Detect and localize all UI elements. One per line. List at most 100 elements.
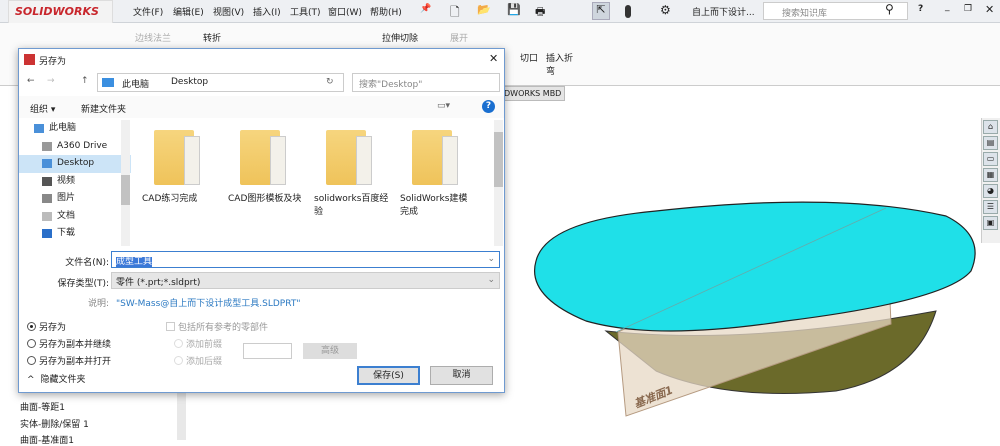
nav-item-videos[interactable]: 视频: [19, 173, 131, 191]
properties-icon[interactable]: ☰: [983, 200, 998, 214]
forum-icon[interactable]: ▣: [983, 216, 998, 230]
view-icon[interactable]: ▭▾: [437, 101, 450, 111]
folder-item[interactable]: solidworks百度经验: [314, 130, 389, 217]
description-value: "SW-Mass@自上而下设计成型工具.SLDPRT": [116, 299, 301, 309]
address-bar[interactable]: 此电脑 Desktop ↻: [97, 73, 344, 92]
breadcrumb-desktop[interactable]: Desktop: [171, 77, 208, 87]
select-icon[interactable]: ⇱: [592, 2, 610, 20]
nav-item-a360[interactable]: A360 Drive: [19, 138, 131, 156]
radio-add-prefix[interactable]: 添加前缀: [174, 337, 222, 350]
library-icon[interactable]: ▤: [983, 136, 998, 150]
nav-label: Desktop: [57, 158, 95, 168]
save-icon[interactable]: 💾: [507, 3, 521, 16]
pc-icon: [102, 78, 114, 87]
dialog-toolbar: 组织 ▾ 新建文件夹 ▭▾ ?: [19, 96, 504, 118]
options-icon[interactable]: ⚙: [660, 3, 671, 17]
save-button[interactable]: 保存(S): [357, 366, 420, 385]
cancel-button[interactable]: 取消: [430, 366, 493, 385]
help-icon[interactable]: ?: [482, 100, 495, 113]
folder-item[interactable]: CAD练习完成: [142, 130, 217, 204]
folder-search-input[interactable]: 搜索"Desktop": [352, 73, 500, 92]
help-icon[interactable]: ?: [918, 4, 923, 14]
nav-item-documents[interactable]: 文档: [19, 208, 131, 226]
files-scrollbar[interactable]: [494, 120, 503, 246]
prefix-suffix-input[interactable]: [243, 343, 292, 359]
filename-input[interactable]: 成型工具 ⌄: [111, 251, 500, 268]
cut-button[interactable]: 切口: [520, 51, 538, 64]
radio-add-suffix[interactable]: 添加后缀: [174, 354, 222, 367]
folder-item[interactable]: CAD图形模板及块: [228, 130, 303, 204]
radio-save-as[interactable]: 另存为: [27, 320, 66, 333]
menu-bar: SOLIDWORKS 文件(F) 编辑(E) 视图(V) 插入(I) 工具(T)…: [0, 0, 1000, 24]
sw-app-icon: [24, 54, 35, 65]
nav-item-downloads[interactable]: 下载: [19, 225, 131, 243]
save-type-label: 保存类型(T):: [57, 279, 109, 289]
nav-item-pc[interactable]: 此电脑: [19, 120, 131, 138]
document-title: 自上而下设计...: [692, 8, 755, 18]
advanced-button[interactable]: 高级: [303, 343, 357, 359]
save-type-value: 零件 (*.prt;*.sldprt): [116, 278, 201, 288]
radio-save-copy-open[interactable]: 另存为副本并打开: [27, 354, 111, 367]
menu-file[interactable]: 文件(F): [133, 5, 163, 18]
edge-flange-button[interactable]: 边线法兰: [135, 31, 171, 44]
include-refs-checkbox[interactable]: 包括所有参考的零部件: [166, 320, 268, 333]
organize-button[interactable]: 组织 ▾: [30, 102, 55, 115]
nav-label: 视频: [57, 175, 76, 186]
folder-item[interactable]: SolidWorks建模完成: [400, 130, 475, 217]
nav-label: A360 Drive: [57, 140, 108, 151]
folder-icon: [240, 130, 286, 185]
tree-item[interactable]: 实体-删除/保留 1: [20, 417, 89, 430]
filename-value: 成型工具: [116, 257, 153, 267]
hide-folders-button[interactable]: ^ 隐藏文件夹: [27, 372, 86, 385]
restore-icon[interactable]: ❐: [964, 4, 972, 14]
forward-icon[interactable]: →: [47, 76, 55, 86]
nav-label: 此电脑: [49, 123, 77, 133]
nav-label: 下载: [57, 228, 76, 238]
tree-item[interactable]: 曲面-等距1: [20, 400, 65, 413]
task-pane: ⌂ ▤ ▭ ▦ ◕ ☰ ▣: [981, 118, 1000, 243]
hide-folders-label: 隐藏文件夹: [40, 375, 86, 385]
rebuild-icon[interactable]: [625, 5, 631, 18]
extrude-cut-button[interactable]: 拉伸切除: [382, 31, 418, 44]
radio-label: 添加前缀: [186, 340, 223, 350]
appearance-icon[interactable]: ◕: [983, 184, 998, 198]
search-icon[interactable]: ⚲: [885, 2, 894, 16]
unfold-button[interactable]: 展开: [450, 31, 468, 44]
folder-icon: [412, 130, 458, 185]
folder-icon: [326, 130, 372, 185]
file-list: CAD练习完成 CAD图形模板及块 solidworks百度经验 SolidWo…: [132, 120, 504, 246]
dialog-close-icon[interactable]: ✕: [489, 52, 498, 65]
nav-scrollbar[interactable]: [121, 120, 130, 246]
jog-button[interactable]: 转折: [203, 31, 221, 44]
back-icon[interactable]: ←: [27, 76, 35, 86]
nav-item-desktop[interactable]: Desktop: [19, 155, 131, 173]
menu-edit[interactable]: 编辑(E): [173, 5, 204, 18]
print-icon[interactable]: 🖶: [535, 3, 545, 22]
menu-tools[interactable]: 工具(T): [290, 5, 321, 18]
tab-mbd[interactable]: DWORKS MBD: [500, 86, 565, 101]
nav-item-pictures[interactable]: 图片: [19, 190, 131, 208]
menu-window[interactable]: 窗口(W): [328, 5, 362, 18]
new-folder-button[interactable]: 新建文件夹: [81, 102, 126, 115]
breadcrumb-pc[interactable]: 此电脑: [122, 77, 149, 90]
refresh-icon[interactable]: ↻: [326, 77, 334, 87]
menu-view[interactable]: 视图(V): [213, 5, 244, 18]
save-type-select[interactable]: 零件 (*.prt;*.sldprt) ⌄: [111, 272, 500, 289]
radio-label: 另存为副本并继续: [39, 340, 112, 350]
pin-icon[interactable]: 📌: [420, 4, 431, 14]
close-icon[interactable]: ✕: [985, 3, 994, 16]
folder-name: CAD图形模板及块: [228, 194, 302, 204]
minimize-icon[interactable]: _: [945, 2, 950, 12]
up-icon[interactable]: ↑: [81, 76, 89, 86]
new-file-icon[interactable]: 🗋: [450, 3, 460, 24]
insert-bend-button[interactable]: 插入折弯: [546, 51, 576, 77]
nav-label: 文档: [57, 210, 76, 221]
folder-icon[interactable]: ▭: [983, 152, 998, 166]
menu-insert[interactable]: 插入(I): [253, 5, 281, 18]
open-icon[interactable]: 📂: [477, 3, 491, 16]
menu-help[interactable]: 帮助(H): [370, 5, 402, 18]
home-icon[interactable]: ⌂: [983, 120, 998, 134]
view-palette-icon[interactable]: ▦: [983, 168, 998, 182]
radio-save-copy-continue[interactable]: 另存为副本并继续: [27, 337, 111, 350]
solidworks-logo: SOLIDWORKS: [8, 0, 113, 24]
